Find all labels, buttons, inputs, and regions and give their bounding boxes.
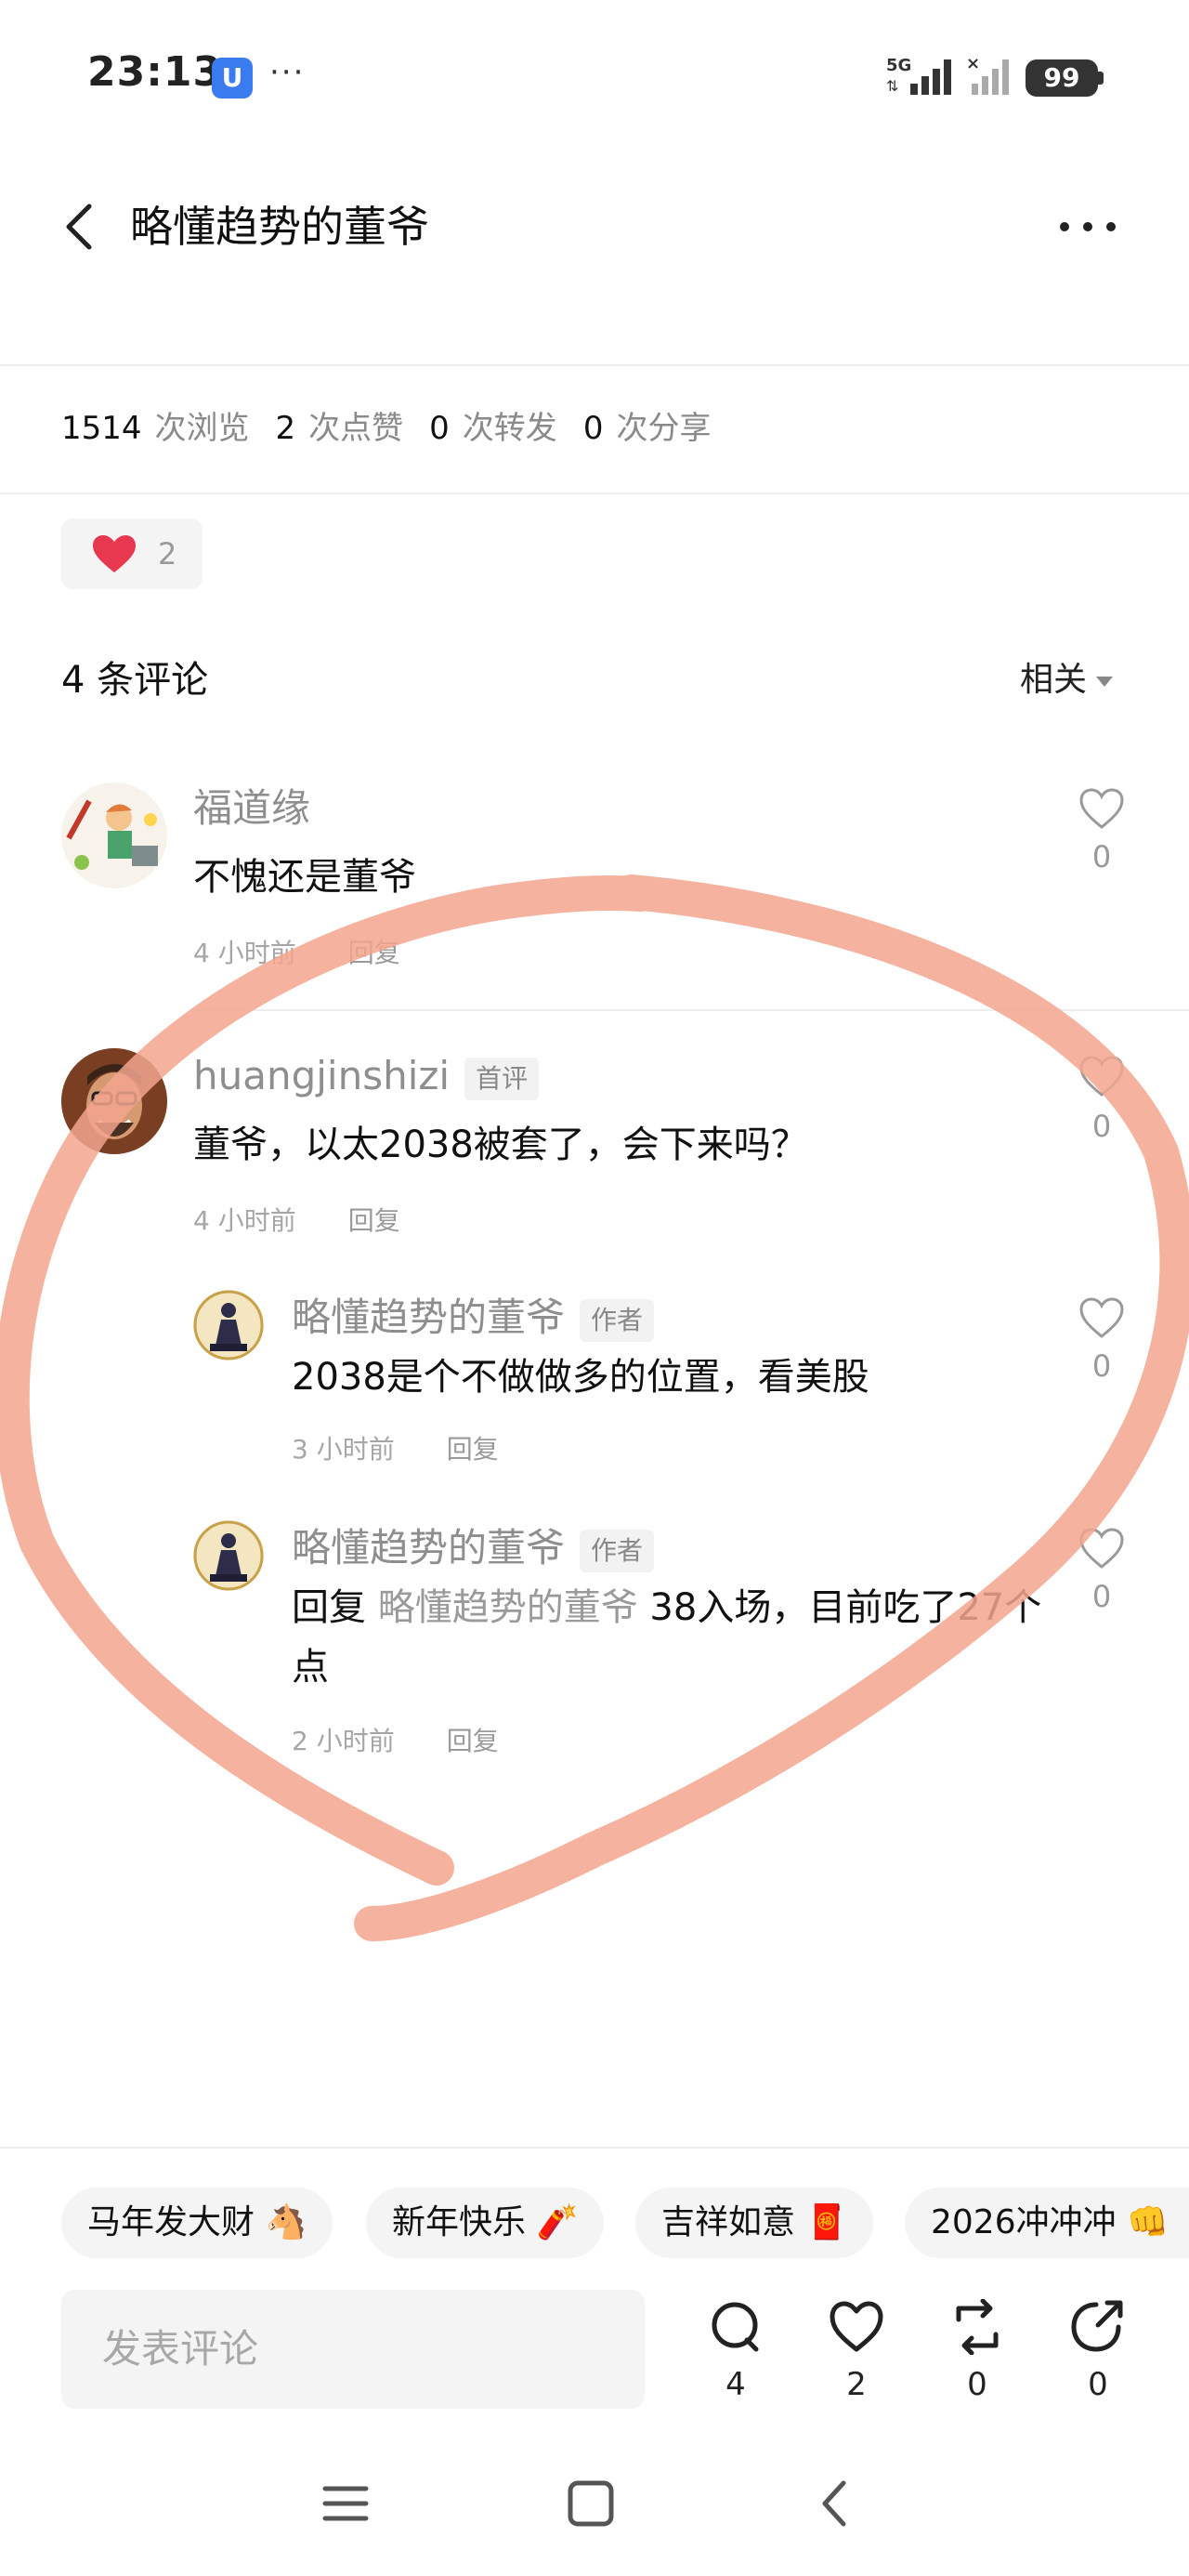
- comment-author[interactable]: 福道缘: [193, 782, 310, 835]
- comment-meta: 4 小时前 回复: [193, 1203, 400, 1240]
- reply-meta: 2 小时前 回复: [292, 1723, 499, 1760]
- likes-label: 次点赞: [308, 410, 404, 447]
- comment-author-row: huangjinshizi 首评: [193, 1050, 540, 1102]
- battery-tip: [1098, 72, 1104, 85]
- author-badge: 作者: [580, 1298, 655, 1342]
- like-chip-count: 2: [158, 536, 177, 572]
- reply-text: 2038是个不做做多的位置，看美股: [292, 1356, 869, 1399]
- avatar[interactable]: [193, 1520, 264, 1591]
- comment-like-count: 0: [1091, 1109, 1112, 1144]
- comments-title: 4 条评论: [61, 659, 209, 702]
- reply-author-row: 略懂趋势的董爷 作者: [292, 1292, 655, 1344]
- divider: [0, 493, 1189, 494]
- avatar[interactable]: [61, 782, 167, 888]
- reply-meta: 3 小时前 回复: [292, 1431, 499, 1468]
- divider: [0, 364, 1189, 366]
- svg-text:⇅: ⇅: [886, 77, 898, 95]
- shares-count: 0: [582, 410, 604, 447]
- reply-author[interactable]: 略懂趋势的董爷: [292, 1295, 565, 1340]
- battery-icon: 99: [1026, 59, 1098, 97]
- share-count: 0: [1088, 2366, 1108, 2403]
- comment-author[interactable]: huangjinshizi: [193, 1053, 450, 1098]
- signal-5g-icon: 5G ⇅: [886, 56, 951, 95]
- quick-reply-chip[interactable]: 马年发大财 🐴: [61, 2188, 333, 2258]
- status-more-indicator: ···: [269, 54, 306, 91]
- comment-count: 4: [725, 2366, 746, 2403]
- signal-no-service-icon: ×: [966, 54, 1009, 95]
- reposts-label: 次转发: [462, 410, 557, 447]
- quick-reply-chip[interactable]: 吉祥如意 🧧: [635, 2188, 874, 2258]
- author-badge: 作者: [580, 1529, 655, 1572]
- heart-outline-icon[interactable]: [1078, 1054, 1126, 1098]
- avatar[interactable]: [193, 1290, 264, 1360]
- avatar-chess-image: [193, 1290, 264, 1360]
- reply-like-count: 0: [1091, 1348, 1112, 1384]
- repost-icon[interactable]: [949, 2299, 1005, 2355]
- reply-author-row: 略懂趋势的董爷 作者: [292, 1522, 655, 1574]
- comment-time: 4 小时前: [193, 1205, 296, 1236]
- sort-dropdown[interactable]: 相关: [1020, 654, 1114, 706]
- home-square-icon[interactable]: [565, 2477, 617, 2530]
- app-notification-icon: U: [212, 58, 253, 99]
- heart-outline-icon[interactable]: [1078, 1526, 1126, 1571]
- views-count: 1514: [61, 410, 142, 447]
- back-arrow-icon[interactable]: [54, 193, 110, 260]
- reply-text: 回复 略懂趋势的董爷 38入场，目前吃了27个点: [292, 1578, 1053, 1697]
- reply-time: 3 小时前: [292, 1434, 395, 1465]
- reply-button[interactable]: 回复: [447, 1726, 499, 1756]
- divider: [0, 2147, 1189, 2149]
- chevron-down-icon: [1096, 676, 1114, 687]
- avatar-cartoon-image: [61, 782, 167, 888]
- share-icon[interactable]: [1070, 2299, 1126, 2355]
- annotation-circle: [0, 874, 1189, 1941]
- quick-reply-chip[interactable]: 2026冲冲冲 👊: [905, 2188, 1189, 2258]
- comment-input[interactable]: 发表评论: [61, 2290, 645, 2409]
- reply-prefix: 回复: [292, 1586, 378, 1629]
- svg-text:×: ×: [966, 54, 980, 73]
- heart-outline-icon[interactable]: [1078, 786, 1126, 831]
- shares-label: 次分享: [616, 410, 712, 447]
- reposts-count: 0: [429, 410, 450, 447]
- comment-meta: 4 小时前 回复: [193, 935, 400, 972]
- like-chip[interactable]: 2: [61, 519, 203, 589]
- avatar[interactable]: [61, 1048, 167, 1154]
- heart-outline-icon[interactable]: [829, 2299, 884, 2355]
- views-label: 次浏览: [154, 410, 250, 447]
- avatar-chess-image: [193, 1520, 264, 1591]
- divider: [193, 1009, 1189, 1011]
- like-count: 2: [846, 2366, 867, 2403]
- comment-bubble-icon[interactable]: [708, 2299, 764, 2355]
- menu-icon[interactable]: [320, 2477, 372, 2530]
- repost-count: 0: [967, 2366, 987, 2403]
- reply-button[interactable]: 回复: [447, 1434, 499, 1465]
- sort-label: 相关: [1020, 661, 1088, 699]
- comment-time: 4 小时前: [193, 938, 296, 968]
- reply-button[interactable]: 回复: [348, 938, 400, 968]
- first-comment-badge: 首评: [464, 1057, 540, 1100]
- reply-author[interactable]: 略懂趋势的董爷: [292, 1525, 565, 1571]
- page-title: 略懂趋势的董爷: [130, 202, 429, 252]
- svg-text:5G: 5G: [886, 56, 911, 75]
- comment-text: 董爷，以太2038被套了，会下来吗？: [193, 1124, 808, 1166]
- reply-time: 2 小时前: [292, 1726, 395, 1756]
- more-dots-icon[interactable]: [1055, 193, 1120, 260]
- reply-like-count: 0: [1091, 1579, 1112, 1614]
- avatar-photo-image: [61, 1048, 167, 1154]
- heart-outline-icon[interactable]: [1078, 1295, 1126, 1340]
- likes-count: 2: [275, 410, 296, 447]
- reply-mention-link[interactable]: 略懂趋势的董爷: [378, 1586, 638, 1629]
- comment-text: 不愧还是董爷: [193, 856, 416, 899]
- quick-reply-chip[interactable]: 新年快乐 🧨: [366, 2188, 605, 2258]
- reply-button[interactable]: 回复: [348, 1205, 400, 1236]
- heart-filled-icon: [93, 535, 136, 572]
- post-stats: 1514 次浏览 2 次点赞 0 次转发 0 次分享: [61, 405, 737, 452]
- status-time: 23:13: [87, 48, 223, 96]
- comment-like-count: 0: [1091, 839, 1112, 874]
- nav-back-icon[interactable]: [810, 2477, 862, 2530]
